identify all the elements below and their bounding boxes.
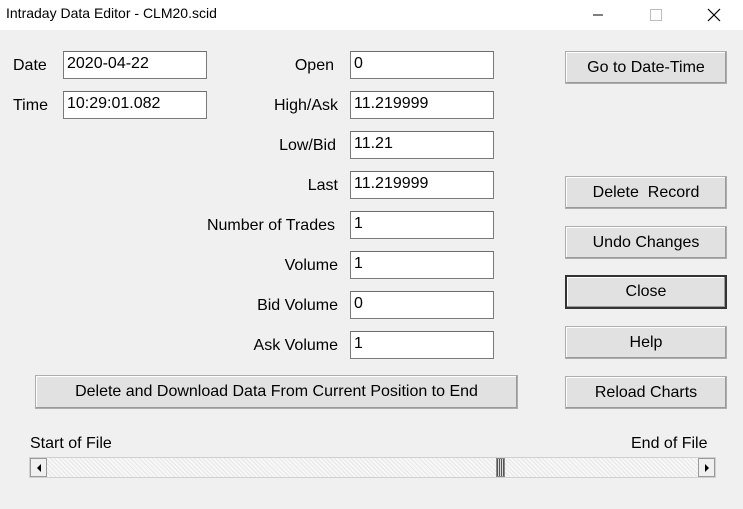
close-window-button[interactable] [691, 0, 737, 30]
delete-and-download-button[interactable]: Delete and Download Data From Current Po… [35, 375, 518, 409]
date-label: Date [13, 57, 47, 74]
go-to-date-time-button[interactable]: Go to Date-Time [565, 51, 727, 84]
file-position-scrollbar[interactable] [29, 457, 716, 478]
delete-record-button[interactable]: Delete Record [565, 176, 727, 209]
ask-volume-label: Ask Volume [253, 337, 338, 354]
bid-volume-field[interactable]: 0 [350, 291, 494, 319]
open-field[interactable]: 0 [350, 51, 494, 79]
high-ask-label: High/Ask [273, 97, 338, 114]
high-ask-field[interactable]: 11.219999 [350, 91, 494, 119]
close-icon [707, 8, 721, 22]
number-of-trades-field[interactable]: 1 [350, 211, 494, 239]
bid-volume-label: Bid Volume [257, 297, 338, 314]
close-button[interactable]: Close [565, 275, 727, 309]
maximize-button[interactable] [633, 0, 679, 30]
volume-label: Volume [284, 257, 338, 274]
help-button[interactable]: Help [565, 326, 727, 359]
low-bid-field[interactable]: 11.21 [350, 131, 494, 159]
start-of-file-label: Start of File [30, 435, 112, 452]
scroll-thumb[interactable] [496, 458, 506, 477]
open-label: Open [294, 57, 334, 74]
scroll-left-button[interactable] [30, 458, 47, 477]
right-arrow-icon [704, 463, 709, 472]
end-of-file-label: End of File [631, 435, 708, 452]
low-bid-label: Low/Bid [279, 137, 336, 154]
last-label: Last [307, 177, 338, 194]
minimize-button[interactable] [575, 0, 621, 30]
number-of-trades-label: Number of Trades [206, 217, 335, 234]
left-arrow-icon [36, 463, 41, 472]
volume-field[interactable]: 1 [350, 251, 494, 279]
ask-volume-field[interactable]: 1 [350, 331, 494, 359]
last-field[interactable]: 11.219999 [350, 171, 494, 199]
title-bar: Intraday Data Editor - CLM20.scid [0, 0, 743, 30]
maximize-icon [650, 9, 662, 21]
scroll-right-button[interactable] [698, 458, 715, 477]
undo-changes-button[interactable]: Undo Changes [565, 226, 727, 259]
reload-charts-button[interactable]: Reload Charts [565, 376, 727, 409]
minimize-icon [593, 14, 603, 16]
time-label: Time [13, 97, 48, 114]
window-title: Intraday Data Editor - CLM20.scid [6, 5, 217, 21]
